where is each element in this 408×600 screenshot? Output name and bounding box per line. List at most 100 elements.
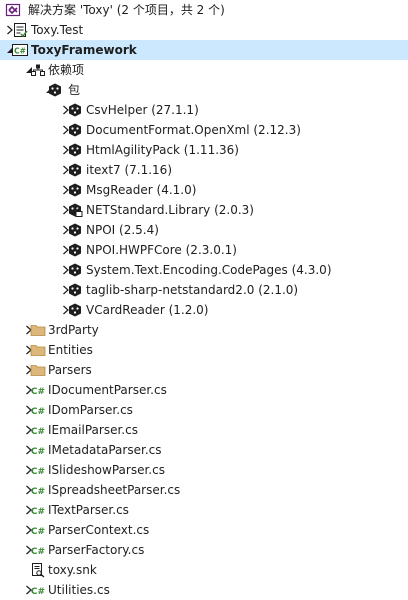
tree-node-folder-parsers[interactable]: Parsers <box>0 360 408 380</box>
tree-node-label: HtmlAgilityPack (1.11.36) <box>86 143 239 157</box>
tree-node-file-parsercontext[interactable]: C# ParserContext.cs <box>0 520 408 540</box>
tree-node-label: IEmailParser.cs <box>48 423 138 437</box>
tree-node-label: CsvHelper (27.1.1) <box>86 103 199 117</box>
tree-node-label: 依赖项 <box>48 63 85 77</box>
package-icon <box>67 282 83 298</box>
tree-node-folder-3rdparty[interactable]: 3rdParty <box>0 320 408 340</box>
tree-node-label: ParserFactory.cs <box>48 543 145 557</box>
dependencies-icon <box>30 62 46 78</box>
svg-text:C#: C# <box>31 527 45 537</box>
package-icon <box>67 122 83 138</box>
svg-text:C#: C# <box>31 447 45 457</box>
tree-node-label: ToxyFramework <box>31 43 137 57</box>
tree-node-file-ispreadsheetparser[interactable]: C# ISpreadsheetParser.cs <box>0 480 408 500</box>
csharp-file-icon: C# <box>30 542 46 558</box>
tree-node-pkg-npoi[interactable]: NPOI (2.5.4) <box>0 220 408 240</box>
package-icon <box>67 102 83 118</box>
tree-node-label: Entities <box>48 343 93 357</box>
tree-node-file-parserfactory[interactable]: C# ParserFactory.cs <box>0 540 408 560</box>
key-file-icon <box>30 562 46 578</box>
tree-node-label: ISlideshowParser.cs <box>48 463 165 477</box>
tree-node-label: DocumentFormat.OpenXml (2.12.3) <box>86 123 301 137</box>
folder-icon <box>30 322 46 338</box>
folder-icon <box>30 342 46 358</box>
svg-text:C#: C# <box>31 427 45 437</box>
package-icon <box>67 262 83 278</box>
tree-node-label: ParserContext.cs <box>48 523 150 537</box>
test-project-icon <box>12 22 28 38</box>
tree-node-label: 3rdParty <box>48 323 99 337</box>
package-icon <box>67 182 83 198</box>
tree-node-pkg-system-text[interactable]: System.Text.Encoding.CodePages (4.3.0) <box>0 260 408 280</box>
tree-node-label: Toxy.Test <box>31 23 84 37</box>
tree-node-label: NPOI (2.5.4) <box>86 223 159 237</box>
tree-node-label: ISpreadsheetParser.cs <box>48 483 181 497</box>
tree-node-label: VCardReader (1.2.0) <box>86 303 209 317</box>
tree-node-label: Utilities.cs <box>48 583 110 597</box>
tree-node-file-imetadataparser[interactable]: C# IMetadataParser.cs <box>0 440 408 460</box>
tree-node-toxyframework[interactable]: C# ToxyFramework <box>0 40 408 60</box>
tree-node-file-islideshowparser[interactable]: C# ISlideshowParser.cs <box>0 460 408 480</box>
tree-node-folder-entities[interactable]: Entities <box>0 340 408 360</box>
csharp-file-icon: C# <box>30 522 46 538</box>
tree-node-pkg-taglib[interactable]: taglib-sharp-netstandard2.0 (2.1.0) <box>0 280 408 300</box>
tree-node-pkg-itext7[interactable]: itext7 (7.1.16) <box>0 160 408 180</box>
tree-node-label: IMetadataParser.cs <box>48 443 162 457</box>
csharp-file-icon: C# <box>30 382 46 398</box>
package-icon <box>67 242 83 258</box>
tree-node-file-itextparser[interactable]: C# ITextParser.cs <box>0 500 408 520</box>
tree-node-label: itext7 (7.1.16) <box>86 163 172 177</box>
svg-text:C#: C# <box>31 387 45 397</box>
svg-text:C#: C# <box>31 487 45 497</box>
svg-text:C#: C# <box>31 587 45 597</box>
svg-text:C#: C# <box>31 407 45 417</box>
csharp-file-icon: C# <box>30 422 46 438</box>
csharp-file-icon: C# <box>30 482 46 498</box>
tree-node-label: 包 <box>68 83 81 97</box>
svg-text:C#: C# <box>14 47 26 56</box>
tree-node-pkg-vcardreader[interactable]: VCardReader (1.2.0) <box>0 300 408 320</box>
package-icon <box>67 222 83 238</box>
solution-root[interactable]: 解决方案 'Toxy' (2 个项目，共 2 个) <box>0 0 408 20</box>
solution-icon <box>5 2 21 18</box>
folder-icon <box>30 362 46 378</box>
package-icon <box>67 142 83 158</box>
tree-node-label: NETStandard.Library (2.0.3) <box>86 203 254 217</box>
tree-node-label: System.Text.Encoding.CodePages (4.3.0) <box>86 263 332 277</box>
tree-node-file-idomparser[interactable]: C# IDomParser.cs <box>0 400 408 420</box>
tree-node-label: ITextParser.cs <box>48 503 129 517</box>
tree-node-dependencies[interactable]: 依赖项 <box>0 60 408 80</box>
tree-node-pkg-documentformat[interactable]: DocumentFormat.OpenXml (2.12.3) <box>0 120 408 140</box>
svg-text:C#: C# <box>31 467 45 477</box>
csharp-file-icon: C# <box>30 582 46 598</box>
csharp-file-icon: C# <box>30 442 46 458</box>
tree-node-file-toxysnk[interactable]: toxy.snk <box>0 560 408 580</box>
tree-node-label: IDomParser.cs <box>48 403 133 417</box>
tree-node-label: NPOI.HWPFCore (2.3.0.1) <box>86 243 237 257</box>
csharp-file-icon: C# <box>30 502 46 518</box>
tree-node-pkg-csvhelper[interactable]: CsvHelper (27.1.1) <box>0 100 408 120</box>
solution-label: 解决方案 'Toxy' (2 个项目，共 2 个) <box>28 3 225 17</box>
csharp-file-icon: C# <box>30 402 46 418</box>
package-locked-icon <box>67 202 83 218</box>
tree-node-pkg-npoi-hwpf[interactable]: NPOI.HWPFCore (2.3.0.1) <box>0 240 408 260</box>
tree-node-pkg-htmlagilitypack[interactable]: HtmlAgilityPack (1.11.36) <box>0 140 408 160</box>
tree-node-file-idocumentparser[interactable]: C# IDocumentParser.cs <box>0 380 408 400</box>
tree-node-label: Parsers <box>48 363 92 377</box>
tree-node-pkg-netstandard[interactable]: NETStandard.Library (2.0.3) <box>0 200 408 220</box>
package-icon <box>47 82 63 98</box>
tree-node-file-iemailparser[interactable]: C# IEmailParser.cs <box>0 420 408 440</box>
tree-node-label: taglib-sharp-netstandard2.0 (2.1.0) <box>86 283 299 297</box>
tree-node-pkg-msgreader[interactable]: MsgReader (4.1.0) <box>0 180 408 200</box>
tree-node-toxy-test[interactable]: Toxy.Test <box>0 20 408 40</box>
tree-node-packages[interactable]: 包 <box>0 80 408 100</box>
svg-text:C#: C# <box>31 547 45 557</box>
tree-node-label: toxy.snk <box>48 563 97 577</box>
package-icon <box>67 162 83 178</box>
svg-text:C#: C# <box>31 507 45 517</box>
csharp-project-icon: C# <box>12 42 28 58</box>
tree-node-file-utilities[interactable]: C# Utilities.cs <box>0 580 408 600</box>
tree-node-label: IDocumentParser.cs <box>48 383 167 397</box>
csharp-file-icon: C# <box>30 462 46 478</box>
package-icon <box>67 302 83 318</box>
